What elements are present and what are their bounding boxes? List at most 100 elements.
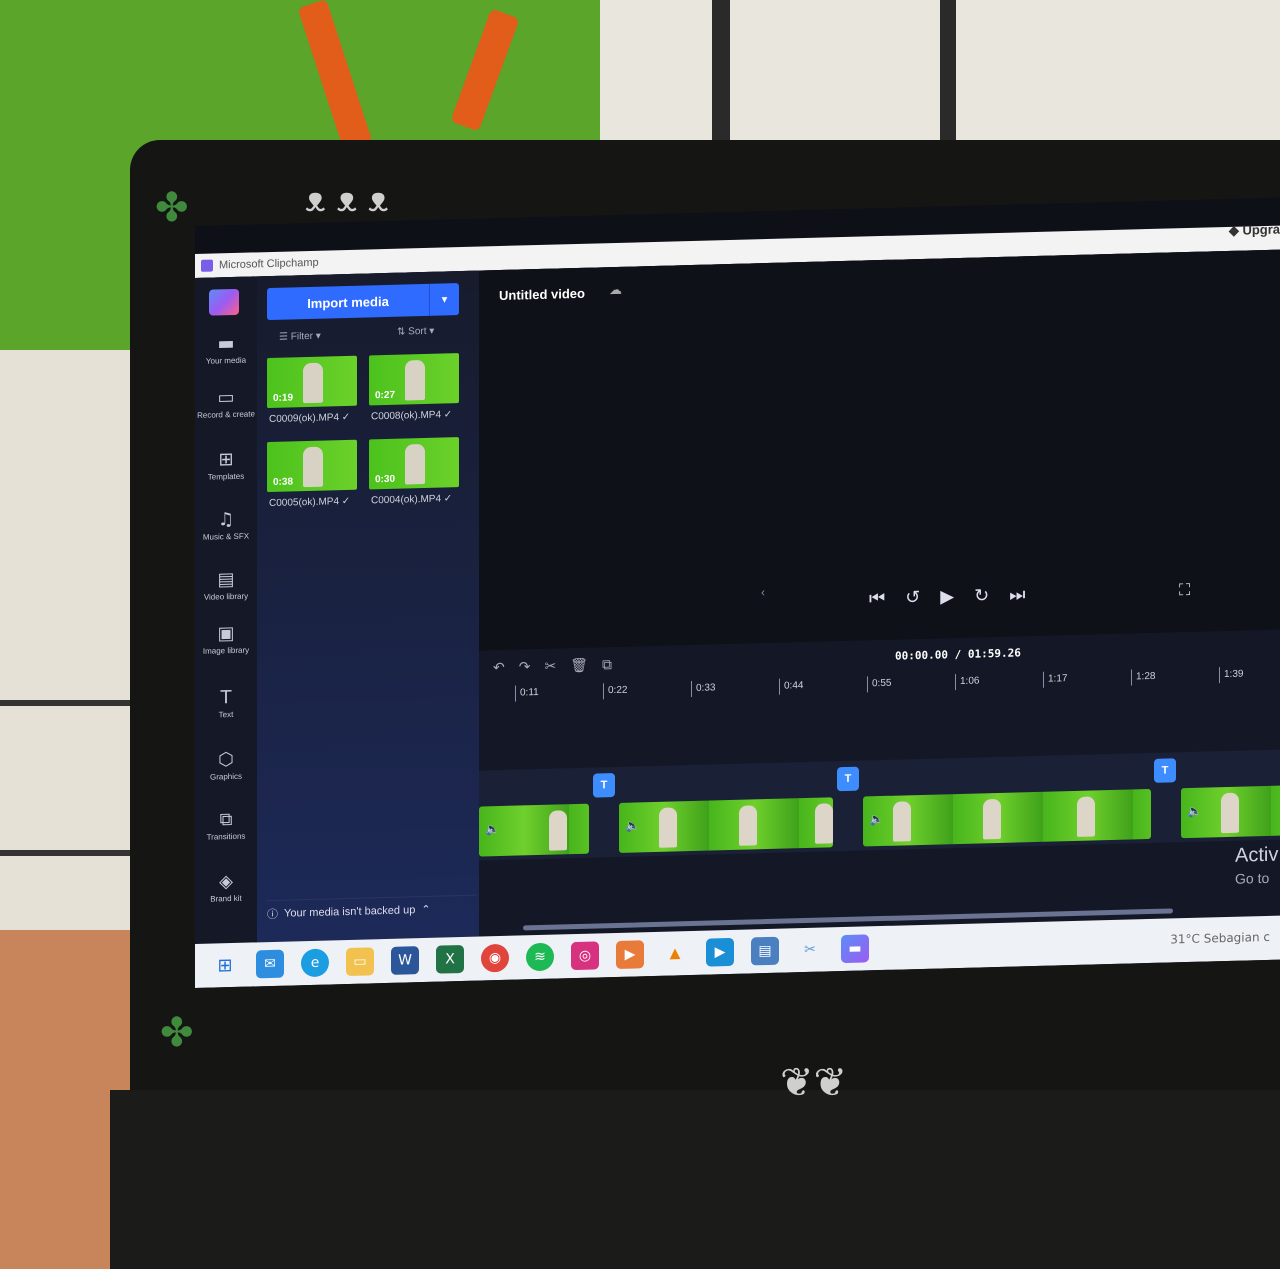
rail-item-label: Graphics bbox=[209, 771, 242, 782]
rail-item-transitions[interactable]: ⧉ Transitions bbox=[195, 808, 257, 842]
mail-icon[interactable]: ✉ bbox=[256, 949, 284, 979]
ruler-tick: 0:11 bbox=[515, 684, 539, 702]
video-clip[interactable]: 🔈 bbox=[619, 797, 833, 853]
video-clip[interactable]: 🔈 bbox=[863, 788, 1151, 847]
fullscreen-icon[interactable]: ⛶ bbox=[1179, 580, 1190, 600]
chrome-icon[interactable]: ◉ bbox=[481, 943, 509, 973]
media-duration: 0:38 bbox=[273, 476, 294, 488]
file-explorer-icon[interactable]: ▭ bbox=[346, 947, 374, 977]
timecode: 00:00.00 / 01:59.26 bbox=[895, 646, 1021, 663]
duplicate-icon[interactable]: ⧉ bbox=[602, 657, 612, 673]
filter-button[interactable]: ☰ Filter ▾ bbox=[279, 331, 321, 343]
rewind-5-icon[interactable]: ↺ bbox=[905, 587, 920, 608]
media-thumbnail[interactable]: 0:30 bbox=[369, 437, 459, 490]
text-clip-marker[interactable]: T bbox=[837, 766, 859, 792]
timeline: ↶ ↷ ✂ 🗑 ⧉ 00:00.00 / 01:59.26 0:11 0:22 0:… bbox=[479, 629, 1280, 957]
spotify-icon[interactable]: ≋ bbox=[526, 942, 554, 972]
scissors-icon[interactable]: ✂ bbox=[544, 659, 556, 675]
video-clip[interactable]: 🔈 bbox=[479, 803, 589, 857]
import-media-button[interactable]: Import media ▾ bbox=[267, 283, 459, 321]
music-icon: ♫ bbox=[217, 508, 235, 531]
weather-widget[interactable]: 31°C Sebagian c bbox=[1170, 930, 1270, 947]
chevron-up-icon[interactable]: ⌃ bbox=[421, 903, 430, 916]
video-title[interactable]: Untitled video bbox=[499, 286, 585, 303]
ruler-tick: 1:28 bbox=[1131, 668, 1156, 686]
camera-icon: ▭ bbox=[217, 386, 235, 409]
undo-icon[interactable]: ↶ bbox=[493, 660, 505, 676]
timeline-toolbar: ↶ ↷ ✂ 🗑 ⧉ bbox=[493, 657, 612, 676]
media-thumbnail[interactable]: 0:38 bbox=[267, 439, 357, 493]
forward-5-icon[interactable]: ↻ bbox=[974, 585, 989, 606]
text-clip-marker[interactable]: T bbox=[1154, 758, 1176, 783]
ruler-tick: 0:33 bbox=[691, 680, 716, 698]
start-icon[interactable]: ⊞ bbox=[211, 951, 239, 980]
media-player-icon[interactable]: ▶ bbox=[616, 940, 644, 969]
word-icon[interactable]: W bbox=[391, 946, 419, 975]
rail-item-record-create[interactable]: ▭ Record & create bbox=[195, 386, 257, 420]
skip-forward-icon[interactable]: ⏭ bbox=[1009, 584, 1025, 605]
import-media-label[interactable]: Import media bbox=[267, 292, 429, 311]
brand-kit-icon: ◈ bbox=[219, 871, 233, 893]
delete-icon[interactable]: 🗑 bbox=[570, 658, 588, 674]
left-nav-rail: ▬ Your media ▭ Record & create ⊞ Templates ♫ Mu… bbox=[195, 276, 257, 964]
volume-icon[interactable]: 🔈 bbox=[625, 818, 640, 832]
templates-icon: ⊞ bbox=[218, 448, 234, 471]
clipchamp-taskbar-icon[interactable]: ▬ bbox=[841, 934, 869, 964]
filter-label[interactable]: Filter bbox=[291, 331, 313, 343]
clipchamp-app-icon bbox=[201, 259, 213, 272]
sort-label[interactable]: Sort bbox=[408, 326, 426, 337]
transitions-icon: ⧉ bbox=[219, 809, 233, 831]
text-clip-marker[interactable]: T bbox=[593, 773, 615, 798]
clover-sticker: ✤ bbox=[155, 185, 189, 231]
video-clip[interactable]: 🔈 bbox=[1181, 785, 1280, 839]
ruler-tick: 1:06 bbox=[955, 673, 980, 691]
video-editor-icon[interactable]: ▶ bbox=[706, 937, 734, 967]
clipchamp-logo-icon[interactable] bbox=[209, 288, 239, 316]
volume-icon[interactable]: 🔈 bbox=[869, 812, 884, 826]
instagram-icon[interactable]: ◎ bbox=[571, 941, 599, 971]
chevron-down-icon[interactable]: ▾ bbox=[429, 283, 459, 316]
ruler-tick: 1:39 bbox=[1219, 666, 1244, 684]
snipping-tool-icon[interactable]: ✂ bbox=[796, 936, 824, 965]
media-thumbnail[interactable]: 0:27 bbox=[369, 353, 459, 406]
rail-item-graphics[interactable]: ⬡ Graphics bbox=[195, 748, 257, 782]
media-thumbnail[interactable]: 0:19 bbox=[267, 355, 357, 409]
rail-item-brand-kit[interactable]: ◈ Brand kit bbox=[195, 870, 257, 904]
image-icon: ▣ bbox=[217, 622, 235, 645]
edge-icon[interactable]: e bbox=[301, 948, 329, 978]
volume-icon[interactable]: 🔈 bbox=[485, 822, 500, 836]
media-duration: 0:30 bbox=[375, 473, 396, 486]
vlc-icon[interactable]: ▲ bbox=[661, 939, 689, 968]
rail-item-music-sfx[interactable]: ♫ Music & SFX bbox=[195, 508, 257, 542]
play-icon[interactable]: ▶ bbox=[940, 586, 954, 607]
volume-icon[interactable]: 🔈 bbox=[1187, 804, 1202, 818]
text-icon: T bbox=[220, 687, 232, 709]
rail-item-video-library[interactable]: ▤ Video library bbox=[195, 568, 257, 602]
folder-icon: ▬ bbox=[217, 332, 235, 355]
ruler-tick: 0:55 bbox=[867, 675, 892, 693]
photo-scene: ᴥ ᴥ ᴥ ✤ ✤ ❦❦ Microsoft Clipchamp ▬ Your m… bbox=[0, 0, 1280, 1269]
sort-button[interactable]: ⇅ Sort ▾ bbox=[397, 326, 434, 338]
clipchamp-app: ▬ Your media ▭ Record & create ⊞ Templates ♫ Mu… bbox=[195, 222, 1280, 965]
rail-item-label: Record & create bbox=[197, 409, 255, 420]
redo-icon[interactable]: ↷ bbox=[519, 659, 531, 675]
rail-item-image-library[interactable]: ▣ Image library bbox=[195, 622, 257, 656]
excel-icon[interactable]: X bbox=[436, 944, 464, 974]
upgrade-button[interactable]: ◆ Upgra bbox=[1229, 222, 1280, 239]
rail-item-your-media[interactable]: ▬ Your media bbox=[195, 332, 257, 366]
cloud-off-icon[interactable]: ☁ bbox=[609, 283, 622, 298]
ruler-tick: 0:22 bbox=[603, 682, 628, 700]
network-icon[interactable]: ▤ bbox=[751, 936, 779, 966]
backup-warning[interactable]: ⓘ Your media isn't backed up ⌃ bbox=[267, 894, 477, 927]
activation-watermark-sub: Go to bbox=[1235, 869, 1270, 887]
chair-leg bbox=[712, 0, 730, 150]
rail-item-text[interactable]: T Text bbox=[195, 686, 257, 720]
rail-item-label: Text bbox=[218, 709, 234, 720]
collapse-panel-icon[interactable]: ‹ bbox=[761, 585, 765, 599]
upgrade-label[interactable]: Upgra bbox=[1242, 222, 1280, 238]
film-icon: ▤ bbox=[217, 568, 235, 591]
rail-item-templates[interactable]: ⊞ Templates bbox=[195, 448, 257, 482]
skip-back-icon[interactable]: ⏮ bbox=[869, 588, 885, 609]
rail-item-label: Image library bbox=[202, 645, 250, 656]
clover-sticker: ✤ bbox=[160, 1010, 194, 1056]
